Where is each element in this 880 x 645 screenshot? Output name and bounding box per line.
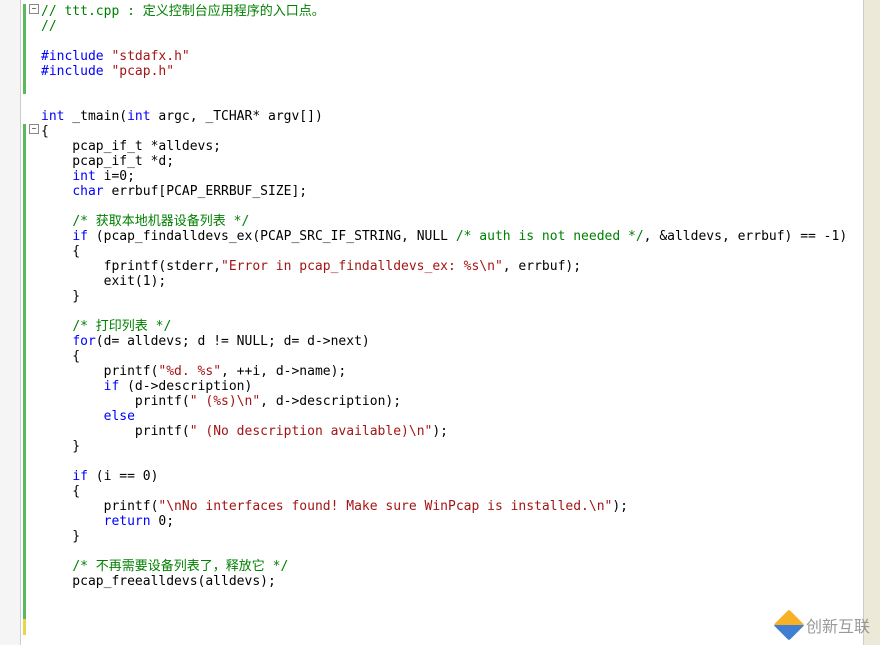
fold-toggle-icon[interactable]: −: [29, 4, 39, 14]
code-line[interactable]: [41, 304, 880, 319]
change-mark: [23, 4, 26, 94]
code-line[interactable]: char errbuf[PCAP_ERRBUF_SIZE];: [41, 184, 880, 199]
code-line[interactable]: exit(1);: [41, 274, 880, 289]
change-mark: [23, 619, 26, 635]
code-line[interactable]: if (i == 0): [41, 469, 880, 484]
code-line[interactable]: pcap_freealldevs(alldevs);: [41, 574, 880, 589]
code-line[interactable]: {: [41, 349, 880, 364]
code-line[interactable]: #include "stdafx.h": [41, 49, 880, 64]
code-line[interactable]: [41, 454, 880, 469]
code-line[interactable]: printf("%d. %s", ++i, d->name);: [41, 364, 880, 379]
code-line[interactable]: [41, 34, 880, 49]
code-line[interactable]: //: [41, 19, 880, 34]
code-line[interactable]: printf("\nNo interfaces found! Make sure…: [41, 499, 880, 514]
code-line[interactable]: pcap_if_t *alldevs;: [41, 139, 880, 154]
code-line[interactable]: }: [41, 289, 880, 304]
code-editor: −− // ttt.cpp : 定义控制台应用程序的入口点。// #includ…: [0, 0, 880, 645]
code-line[interactable]: int i=0;: [41, 169, 880, 184]
code-line[interactable]: /* 不再需要设备列表了，释放它 */: [41, 559, 880, 574]
code-line[interactable]: if (pcap_findalldevs_ex(PCAP_SRC_IF_STRI…: [41, 229, 880, 244]
code-line[interactable]: for(d= alldevs; d != NULL; d= d->next): [41, 334, 880, 349]
code-line[interactable]: int _tmain(int argc, _TCHAR* argv[]): [41, 109, 880, 124]
code-line[interactable]: pcap_if_t *d;: [41, 154, 880, 169]
fold-toggle-icon[interactable]: −: [29, 124, 39, 134]
code-line[interactable]: else: [41, 409, 880, 424]
code-line[interactable]: [41, 94, 880, 109]
code-line[interactable]: /* 打印列表 */: [41, 319, 880, 334]
code-line[interactable]: printf(" (%s)\n", d->description);: [41, 394, 880, 409]
code-line[interactable]: {: [41, 244, 880, 259]
code-area[interactable]: // ttt.cpp : 定义控制台应用程序的入口点。// #include "…: [39, 0, 880, 645]
change-mark: [23, 124, 26, 619]
fold-column[interactable]: −−: [29, 0, 39, 645]
change-margin: [21, 0, 29, 645]
code-line[interactable]: }: [41, 439, 880, 454]
code-line[interactable]: #include "pcap.h": [41, 64, 880, 79]
code-line[interactable]: {: [41, 484, 880, 499]
code-line[interactable]: {: [41, 124, 880, 139]
watermark: 创新互联: [778, 613, 870, 637]
code-line[interactable]: // ttt.cpp : 定义控制台应用程序的入口点。: [41, 4, 880, 19]
logo-icon: [773, 609, 804, 640]
code-line[interactable]: [41, 199, 880, 214]
code-line[interactable]: [41, 79, 880, 94]
code-line[interactable]: printf(" (No description available)\n");: [41, 424, 880, 439]
code-line[interactable]: return 0;: [41, 514, 880, 529]
code-line[interactable]: /* 获取本地机器设备列表 */: [41, 214, 880, 229]
code-line[interactable]: fprintf(stderr,"Error in pcap_findalldev…: [41, 259, 880, 274]
code-line[interactable]: if (d->description): [41, 379, 880, 394]
vertical-scrollbar[interactable]: [863, 0, 880, 645]
code-line[interactable]: }: [41, 529, 880, 544]
code-line[interactable]: [41, 544, 880, 559]
watermark-text: 创新互联: [806, 613, 870, 637]
line-gutter: [0, 0, 21, 645]
